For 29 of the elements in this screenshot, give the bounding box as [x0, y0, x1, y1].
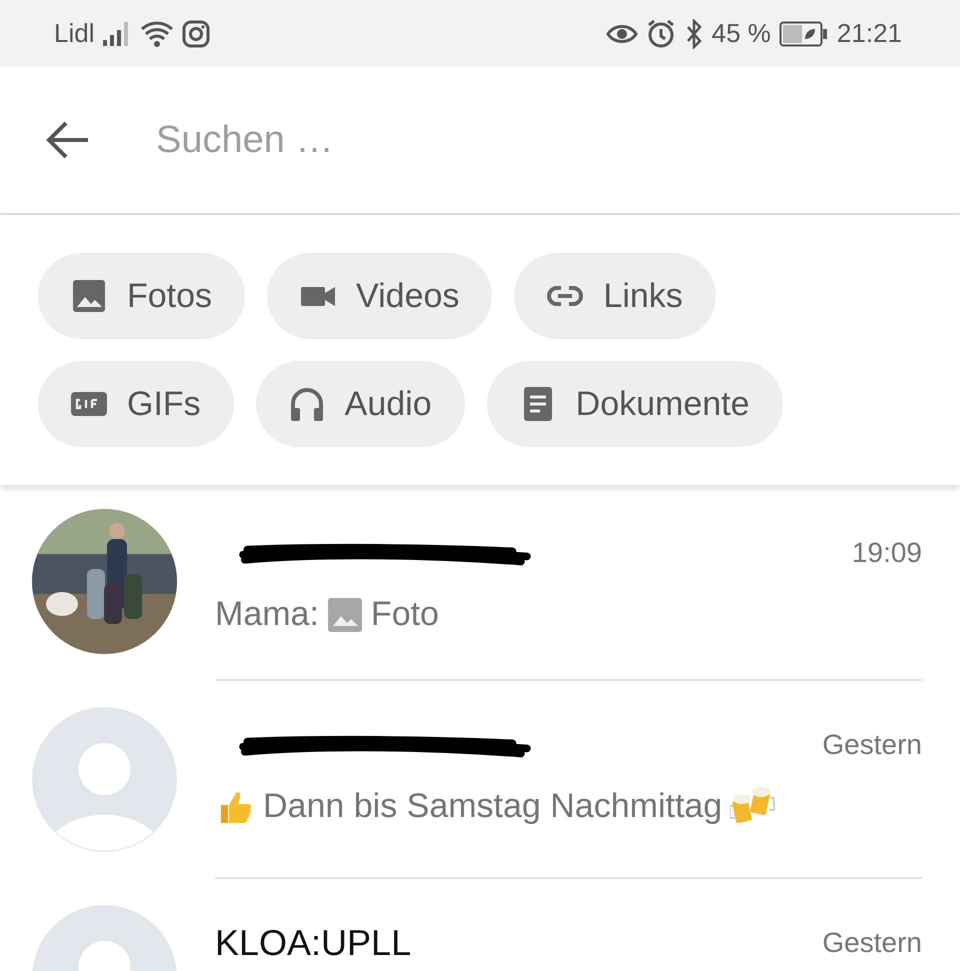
message-preview: Dann bis Samstag Nachmittag: [263, 786, 722, 827]
chat-row[interactable]: Gestern Dann bis Samstag Nachmittag: [0, 681, 960, 879]
battery-icon: [778, 20, 829, 46]
eye-icon: [606, 22, 638, 44]
filter-chip[interactable]: Links: [514, 253, 716, 339]
filter-chip[interactable]: Videos: [267, 253, 492, 339]
message-preview: Foto: [370, 594, 439, 635]
battery-percent: 45 %: [712, 17, 771, 50]
clock-time: 21:21: [836, 17, 902, 50]
message-time: Gestern: [822, 926, 922, 960]
carrier-name: Lidl: [54, 17, 94, 50]
headphones-icon: [288, 386, 325, 422]
chat-row[interactable]: KLOA:UPLL Gestern: [0, 879, 960, 971]
alarm-icon: [646, 18, 676, 48]
message-sender: Mama:: [215, 594, 319, 635]
message-time: Gestern: [822, 728, 922, 762]
contact-name: KLOA:UPLL: [215, 921, 412, 965]
image-icon: [326, 596, 363, 632]
avatar-placeholder-icon: [32, 707, 177, 852]
filter-chip[interactable]: Dokumente: [486, 361, 783, 447]
camera-app-icon: [182, 20, 210, 48]
filter-chip[interactable]: Audio: [256, 361, 465, 447]
filter-chip[interactable]: GIFs: [38, 361, 234, 447]
message-time: 19:09: [852, 536, 922, 570]
search-field[interactable]: Suchen …: [154, 110, 754, 170]
image-icon: [71, 278, 107, 314]
wifi-icon: [140, 20, 174, 48]
chat-row[interactable]: 19:09 Mama: Foto: [0, 485, 960, 681]
filter-chip[interactable]: Fotos: [38, 253, 246, 339]
